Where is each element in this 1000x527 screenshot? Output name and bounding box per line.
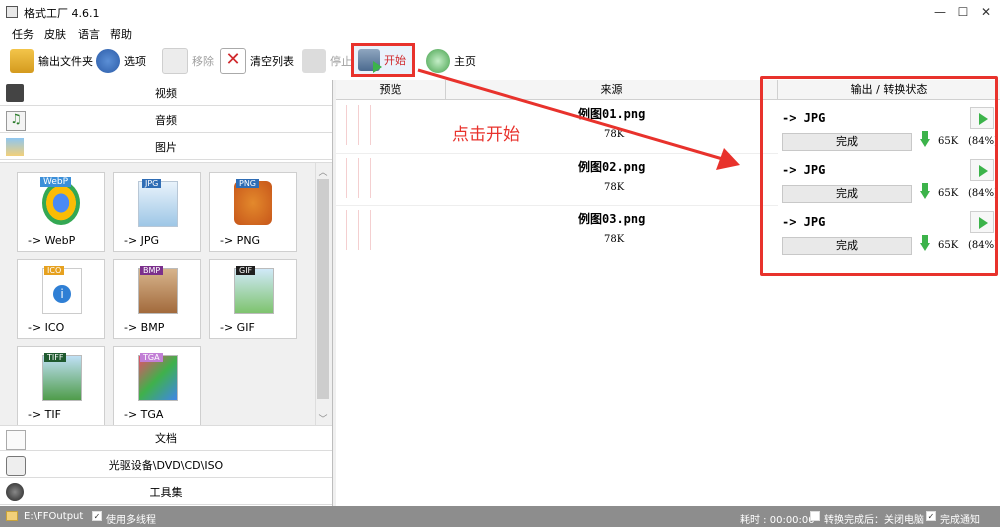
category-video-label: 视频 [155,86,177,100]
film-icon [6,84,24,102]
tif-badge: TIFF [44,353,67,362]
source-filename: 例图03.png [578,212,646,226]
format-gif[interactable]: GIF -> GIF [209,259,297,339]
shutdown-checkbox[interactable] [810,511,820,521]
stop-button[interactable]: 停止 [302,46,352,76]
format-tif[interactable]: TIFF -> TIF [17,346,105,426]
format-jpg-label: -> JPG [124,234,160,247]
output-folder-button[interactable]: 输出文件夹 [10,46,93,76]
stop-icon [302,49,326,73]
jpg-badge: JPG [142,179,162,188]
menu-task[interactable]: 任务 [12,26,34,42]
png-badge: PNG [236,179,260,188]
folder-icon [6,511,18,521]
options-button[interactable]: 选项 [96,46,146,76]
format-tif-label: -> TIF [28,408,61,421]
category-tools[interactable]: 工具集 [0,479,332,505]
highlight-output-box [760,76,998,276]
status-output-path[interactable]: E:\FFOutput [24,511,83,522]
webp-chrome-icon [42,181,80,225]
format-ico-label: -> ICO [28,321,65,334]
format-webp[interactable]: WebP -> WebP [17,172,105,252]
remove-button[interactable]: 移除 [162,46,214,76]
category-image-label: 图片 [155,140,177,154]
annotation-arrow [417,68,740,170]
folder-icon [10,49,34,73]
document-icon [6,430,26,450]
clear-x-icon: ✕ [220,48,246,74]
multithread-label: 使用多线程 [106,515,156,526]
start-camera-icon [358,49,382,73]
notify-label: 完成通知 [940,515,980,526]
clear-list-button[interactable]: ✕ 清空列表 [220,46,294,76]
format-gif-label: -> GIF [220,321,255,334]
format-tga-label: -> TGA [124,408,164,421]
remove-label: 移除 [192,55,214,68]
category-document-label: 文档 [155,432,177,445]
format-bmp[interactable]: BMP -> BMP [113,259,201,339]
category-panel: 视频 ♫ 音频 图片 WebP -> WebP JPG -> JPG PNG -… [0,80,333,506]
table-row[interactable]: 例图03.png 78K [336,205,778,257]
format-png[interactable]: PNG -> PNG [209,172,297,252]
menu-help[interactable]: 帮助 [110,26,132,42]
preview-thumbnail [340,210,376,250]
minimize-button[interactable]: — [930,4,950,20]
format-bmp-label: -> BMP [124,321,165,334]
menu-language[interactable]: 语言 [78,26,100,42]
stop-label: 停止 [330,55,352,68]
preview-thumbnail [340,158,376,198]
elapsed-time: 耗时 : 00:00:00 [740,515,815,526]
source-size: 78K [604,234,625,245]
disc-drive-icon [6,456,26,476]
status-bar: E:\FFOutput ✓ 使用多线程 耗时 : 00:00:00 转换完成后：… [0,506,1000,527]
window-title: 格式工厂 4.6.1 [24,7,100,20]
clear-list-label: 清空列表 [250,55,294,68]
format-ico[interactable]: i ICO -> ICO [17,259,105,339]
scroll-down-icon[interactable]: ﹀ [317,412,329,425]
category-audio[interactable]: ♫ 音频 [0,107,332,133]
format-webp-label: -> WebP [28,234,76,247]
category-video[interactable]: 视频 [0,80,332,106]
gear-icon [96,49,120,73]
category-tools-label: 工具集 [149,485,183,499]
format-tga[interactable]: TGA -> TGA [113,346,201,426]
scroll-thumb[interactable] [317,179,329,399]
category-image[interactable]: 图片 [0,134,332,160]
close-button[interactable]: ✕ [976,4,996,20]
picture-icon [6,138,24,156]
menu-bar: 任务 皮肤 语言 帮助 [0,24,1000,44]
format-png-label: -> PNG [220,234,261,247]
ico-badge: ICO [44,266,65,275]
preview-thumbnail [340,105,376,145]
shutdown-label: 转换完成后：关闭电脑 [824,515,924,526]
music-note-icon: ♫ [6,111,26,131]
format-jpg[interactable]: JPG -> JPG [113,172,201,252]
start-label: 开始 [384,54,406,67]
splitter[interactable] [333,80,336,506]
tga-badge: TGA [140,353,163,362]
scroll-up-icon[interactable]: ︿ [317,165,329,178]
title-bar: 格式工厂 4.6.1 — ☐ ✕ [0,0,1000,24]
maximize-button[interactable]: ☐ [953,4,973,20]
remove-doc-icon [162,48,188,74]
tools-reel-icon [6,483,24,501]
category-optical-label: 光驱设备\DVD\CD\ISO [108,458,224,472]
webp-badge: WebP [40,177,72,187]
menu-skin[interactable]: 皮肤 [44,26,66,42]
options-label: 选项 [124,55,146,68]
notify-checkbox[interactable]: ✓ [926,511,936,521]
source-size: 78K [604,182,625,193]
format-grid: WebP -> WebP JPG -> JPG PNG -> PNG i ICO… [0,162,332,428]
output-folder-label: 输出文件夹 [38,55,93,68]
gif-badge: GIF [236,266,256,275]
format-scrollbar[interactable]: ︿ ﹀ [315,163,330,428]
multithread-checkbox[interactable]: ✓ [92,511,102,521]
category-optical[interactable]: 光驱设备\DVD\CD\ISO [0,452,332,478]
start-button[interactable]: 开始 [351,43,415,77]
category-audio-label: 音频 [155,113,177,127]
app-icon [6,6,18,18]
category-document[interactable]: 文档 [0,425,332,451]
bmp-badge: BMP [140,266,164,275]
